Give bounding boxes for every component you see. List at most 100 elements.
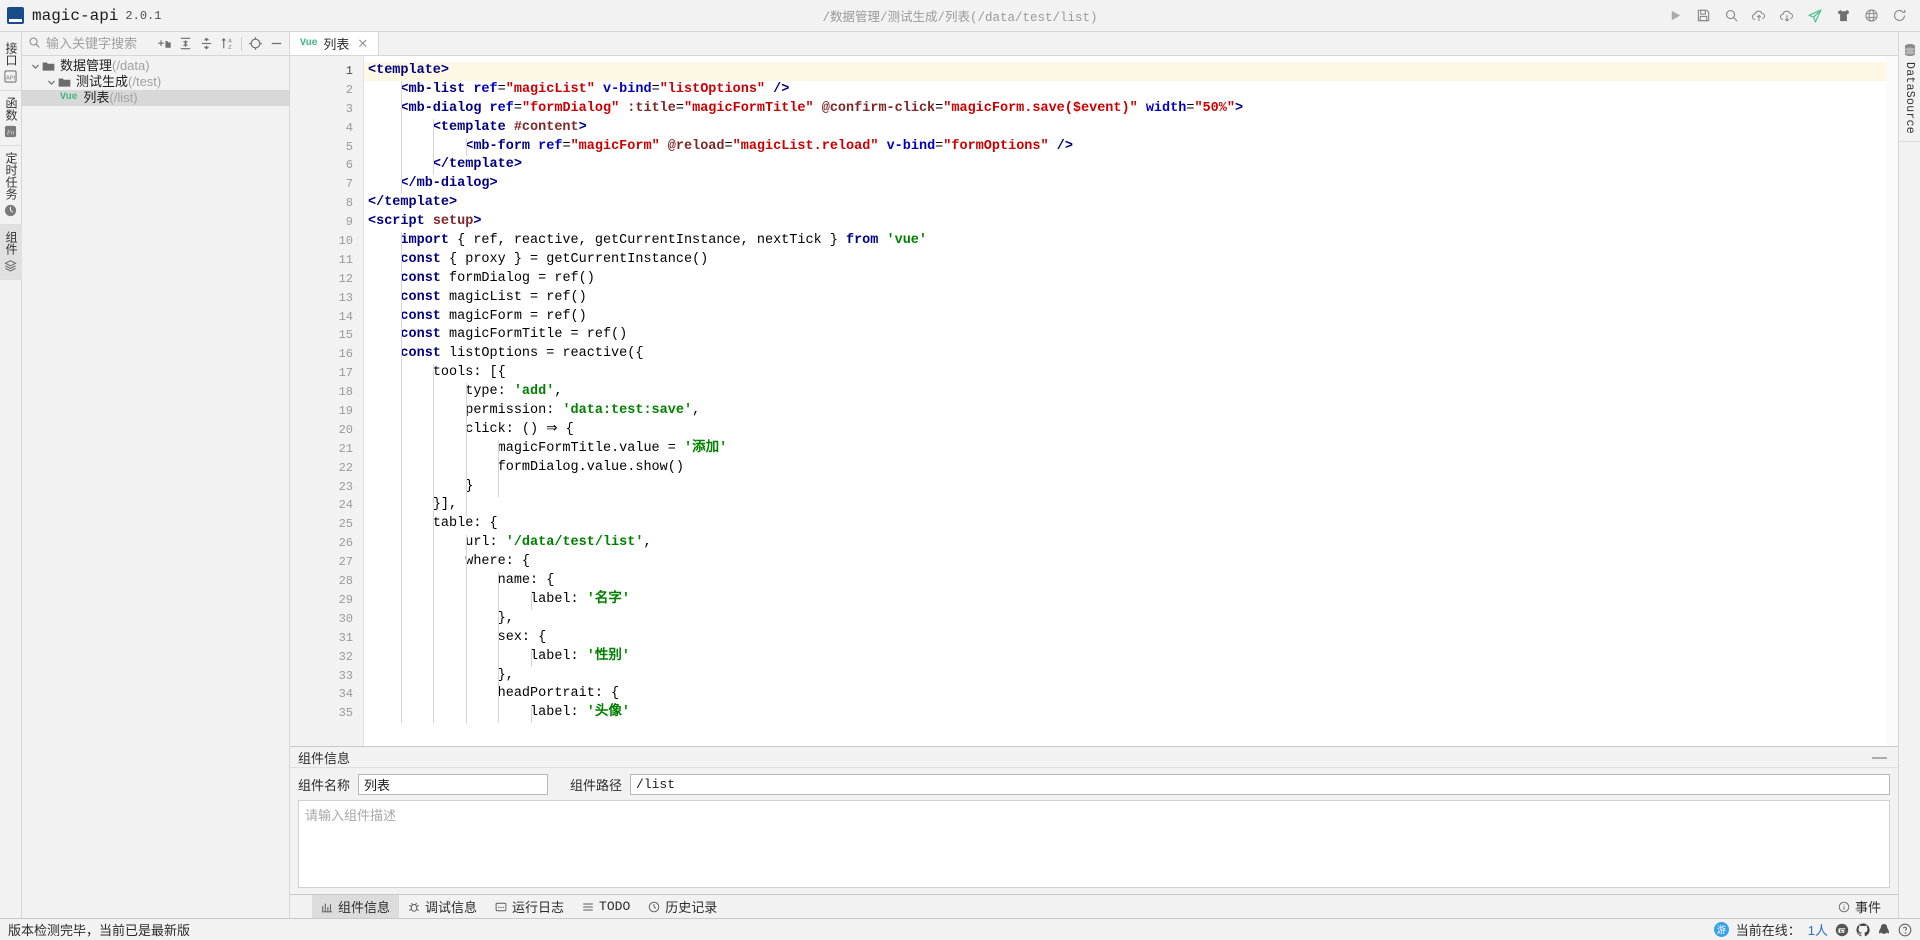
code-line[interactable]: formDialog.value.show()	[364, 459, 1898, 478]
line-number: 15	[338, 328, 353, 343]
code-line[interactable]: }	[364, 478, 1898, 497]
tree-node-list[interactable]: Vue 列表 (/list)	[22, 90, 289, 106]
chevron-down-icon[interactable]	[28, 62, 42, 71]
code-line[interactable]: <script setup>	[364, 213, 1898, 232]
code-line[interactable]: name: {	[364, 572, 1898, 591]
component-description-textarea[interactable]	[298, 800, 1890, 888]
indent-guide	[465, 137, 467, 157]
line-number: 11	[338, 252, 353, 267]
code-line[interactable]: },	[364, 610, 1898, 629]
component-path-input[interactable]	[630, 774, 1890, 795]
code-line[interactable]: import { ref, reactive, getCurrentInstan…	[364, 232, 1898, 251]
locate-icon[interactable]	[245, 33, 266, 54]
code-content[interactable]: <template> <mb-list ref="magicList" v-bi…	[364, 56, 1898, 746]
folder-icon	[42, 61, 55, 72]
code-line[interactable]: const magicFormTitle = ref()	[364, 326, 1898, 345]
cloud-upload-icon[interactable]	[1746, 3, 1772, 29]
code-line[interactable]: type: 'add',	[364, 383, 1898, 402]
search-icon[interactable]	[1718, 3, 1744, 29]
tab-component-info[interactable]: 组件信息	[312, 895, 400, 918]
svg-text:Fn: Fn	[6, 129, 14, 136]
save-icon[interactable]	[1690, 3, 1716, 29]
tab-debug-info[interactable]: 调试信息	[399, 895, 486, 918]
tab-list[interactable]: Vue 列表 ✕	[290, 32, 380, 55]
code-line[interactable]: const magicList = ref()	[364, 289, 1898, 308]
help-icon[interactable]	[1898, 923, 1912, 937]
close-icon[interactable]: ✕	[355, 35, 370, 52]
code-line[interactable]: tools: [{	[364, 364, 1898, 383]
tab-label: 组件信息	[338, 900, 391, 915]
code-line[interactable]: <template #content>	[364, 119, 1898, 138]
code-line[interactable]: <mb-dialog ref="formDialog" :title="magi…	[364, 100, 1898, 119]
sidebar-item-function[interactable]: 函数 Fn	[0, 91, 22, 146]
globe-icon[interactable]	[1858, 3, 1884, 29]
code-line[interactable]: sex: {	[364, 629, 1898, 648]
code-token: const	[400, 251, 441, 267]
component-name-input[interactable]	[358, 774, 549, 795]
code-line[interactable]: label: '头像'	[364, 704, 1898, 723]
tab-todo[interactable]: TODO	[573, 895, 639, 918]
tree-node-data-management[interactable]: 数据管理 (/data)	[22, 58, 289, 74]
sidebar-item-scheduled-task[interactable]: 定时任务	[0, 146, 22, 225]
code-line[interactable]: const { proxy } = getCurrentInstance()	[364, 251, 1898, 270]
search-box[interactable]	[24, 36, 154, 52]
cloud-download-icon[interactable]	[1774, 3, 1800, 29]
expand-all-icon[interactable]	[196, 33, 217, 54]
code-line[interactable]: url: '/data/test/list',	[364, 534, 1898, 553]
new-folder-icon[interactable]	[154, 33, 175, 54]
code-line[interactable]: permission: 'data:test:save',	[364, 402, 1898, 421]
send-icon[interactable]	[1802, 3, 1828, 29]
code-token: "magicList.reload"	[732, 138, 879, 154]
sort-az-icon[interactable]: A Z	[217, 33, 238, 54]
code-line[interactable]: <mb-list ref="magicList" v-bind="listOpt…	[364, 81, 1898, 100]
code-line[interactable]: const formDialog = ref()	[364, 270, 1898, 289]
collapse-icon[interactable]: —	[1869, 750, 1890, 765]
code-line[interactable]: const listOptions = reactive({	[364, 345, 1898, 364]
code-line[interactable]: </mb-dialog>	[364, 175, 1898, 194]
code-token: where: {	[465, 554, 531, 570]
code-line[interactable]: label: '名字'	[364, 591, 1898, 610]
code-token: }],	[432, 497, 458, 513]
sidebar-item-datasource[interactable]: DataSource	[1898, 36, 1920, 143]
code-line[interactable]: click: () ⇒ {	[364, 421, 1898, 440]
editor-scrollbar[interactable]	[1886, 56, 1898, 746]
code-line[interactable]: },	[364, 667, 1898, 686]
github-icon[interactable]	[1856, 922, 1870, 937]
tab-events[interactable]: 事件	[1829, 897, 1890, 916]
line-number: 3	[345, 101, 353, 116]
code-line[interactable]: </template>	[364, 156, 1898, 175]
code-token: magicList = ref()	[440, 289, 587, 305]
code-line[interactable]: </template>	[364, 194, 1898, 213]
qq-icon[interactable]	[1877, 923, 1891, 937]
tab-history[interactable]: 历史记录	[639, 895, 726, 918]
theme-shirt-icon[interactable]	[1830, 3, 1856, 29]
code-line[interactable]: where: {	[364, 553, 1898, 572]
folder-icon	[58, 77, 71, 88]
collapse-all-icon[interactable]	[175, 33, 196, 54]
code-line[interactable]: const magicForm = ref()	[364, 308, 1898, 327]
refresh-icon[interactable]	[1886, 3, 1912, 29]
gitee-icon[interactable]	[1835, 923, 1849, 937]
tab-run-log[interactable]: 运行日志	[486, 895, 573, 918]
code-line[interactable]: <template>	[364, 62, 1898, 81]
code-line[interactable]: magicFormTitle.value = '添加'	[364, 440, 1898, 459]
code-editor[interactable]: 1 2 3 4 5 6 7 8 9 10 11 12 13 14 15 16 17 18 19 20 21 22 23 24 2…	[290, 56, 1898, 746]
code-line[interactable]: label: '性别'	[364, 648, 1898, 667]
run-icon[interactable]	[1662, 3, 1688, 29]
code-token: "listOptions"	[659, 81, 766, 97]
search-input[interactable]	[46, 36, 154, 51]
chevron-down-icon[interactable]	[44, 78, 58, 87]
sidebar-item-component[interactable]: 组件	[0, 225, 22, 280]
code-token: #content	[513, 119, 579, 135]
sidebar-item-api[interactable]: 接口 API	[0, 36, 22, 91]
code-line[interactable]: headPortrait: {	[364, 685, 1898, 704]
editor-column: Vue 列表 ✕ 1 2 3 4 5 6 7 8 9 10 11 12 13 14 15 16 17 18 19 20…	[290, 32, 1898, 918]
minimize-icon[interactable]	[266, 33, 287, 54]
tree-node-test-generate[interactable]: 测试生成 (/test)	[22, 74, 289, 90]
code-line[interactable]: }],	[364, 496, 1898, 515]
code-line[interactable]: <mb-form ref="magicForm" @reload="magicL…	[364, 138, 1898, 157]
code-line[interactable]: table: {	[364, 515, 1898, 534]
